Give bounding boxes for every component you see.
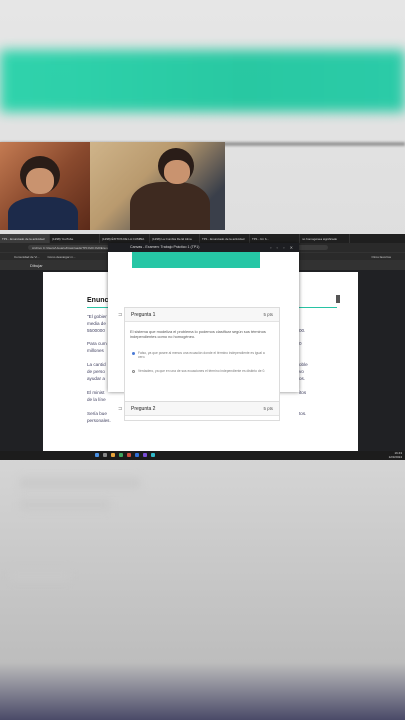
radio-selected-icon[interactable] [132, 352, 135, 355]
exam-header-band [132, 252, 260, 268]
document-text-fragment: oble [299, 362, 308, 367]
clock-date: 12/3/2024 [388, 454, 402, 459]
blurred-text-line [20, 478, 140, 488]
person-body [130, 182, 210, 230]
window-controls-icon[interactable]: ▫ ▫ ▫ ✕ [270, 245, 295, 250]
bookmark-item[interactable]: Otros favoritos [371, 255, 391, 259]
bookmark-item[interactable]: Comunidad de Vi... [14, 255, 39, 259]
document-text-fragment: 0 [299, 341, 302, 346]
document-text-line: millones [87, 348, 104, 353]
radio-unselected-icon[interactable] [132, 370, 135, 373]
question-points: 5 pts [263, 406, 273, 411]
app-icon[interactable] [143, 453, 147, 457]
browser-tab[interactable]: TP1 - Enunciado de la actividad [0, 234, 50, 243]
webcam-feeds [0, 142, 225, 230]
taskbar-clock[interactable]: 16:43 12/3/2024 [388, 451, 402, 459]
document-title: Enunc [87, 297, 109, 304]
address-scheme-label: Archivo [32, 246, 43, 250]
question-header: Pregunta 2 5 pts [125, 402, 279, 416]
edge-icon[interactable] [135, 453, 139, 457]
answer-option[interactable]: Verdadero, ya que en una de sus ecuacion… [132, 369, 272, 373]
person-body [8, 197, 78, 230]
browser-tab[interactable]: (1298) La Cumbia De El Alma [150, 234, 200, 243]
app-icon[interactable] [127, 453, 131, 457]
browser-tab[interactable]: TP1 - Un b... [250, 234, 300, 243]
blurred-text-line [10, 570, 70, 580]
document-text-line: "El gobier [87, 314, 107, 319]
document-text-fragment: itos [299, 390, 307, 395]
document-text-line: Sería bue [87, 411, 107, 416]
document-text-line: media de [87, 321, 106, 326]
person-face [164, 160, 190, 184]
start-icon[interactable] [95, 453, 99, 457]
search-icon[interactable] [103, 453, 107, 457]
document-text-fragment: vo [299, 369, 304, 374]
question-label: Pregunta 1 [131, 312, 156, 318]
exam-window-titlebar: Canvas - Examen: Trabajo Práctico 1 (TP1… [108, 243, 299, 252]
folder-icon[interactable] [111, 453, 115, 457]
document-text-line: 5500000 [87, 328, 105, 333]
document-text-fragment: tos. [299, 411, 307, 416]
app-icon[interactable] [151, 453, 155, 457]
document-text-line: El minist [87, 390, 105, 395]
browser-tab[interactable]: TP1 - Enunciado de la actividad [200, 234, 250, 243]
bookmark-item[interactable]: Como descargar m... [47, 255, 75, 259]
document-text-line: La cantid [87, 362, 106, 367]
blurred-text-line [20, 500, 110, 510]
exam-window-title: Canvas - Examen: Trabajo Práctico 1 (TP1… [130, 245, 200, 249]
browser-tab-bar: TP1 - Enunciado de la actividad (1298) Y… [0, 234, 405, 243]
person-face [26, 168, 54, 194]
question-header: Pregunta 1 5 pts [125, 308, 279, 322]
question-points: 5 pts [263, 312, 273, 317]
flag-icon[interactable]: ⊐ [118, 312, 122, 318]
document-text-fragment: os. [299, 376, 306, 381]
document-text-line: ayudar a [87, 376, 105, 381]
chrome-icon[interactable] [119, 453, 123, 457]
document-text-fragment: 00. [299, 328, 306, 333]
document-text-line: Para cum [87, 341, 107, 346]
document-text-line: de perso [87, 369, 105, 374]
browser-tab[interactable]: no homogénea significado [300, 234, 350, 243]
document-marker [336, 295, 340, 303]
flag-icon[interactable]: ⊐ [118, 406, 122, 412]
draw-button[interactable]: Dibujar [30, 263, 43, 268]
windows-taskbar: 16:43 12/3/2024 [0, 451, 405, 460]
question-text: El sistema que modeliza el problema lo p… [130, 329, 266, 339]
answer-option-text: Verdadero, ya que en una de sus ecuacion… [138, 369, 266, 373]
blurred-teal-band [0, 50, 405, 112]
question-label: Pregunta 2 [131, 406, 156, 412]
browser-tab[interactable]: (1298) ÉXITOS DE LA CUMBIA [100, 234, 150, 243]
webcam-right [90, 142, 225, 230]
document-text-line: de la líne [87, 397, 106, 402]
exam-window: Canvas - Examen: Trabajo Práctico 1 (TP1… [108, 243, 299, 421]
question-card-2: ⊐ Pregunta 2 5 pts [118, 401, 280, 421]
answer-option-text: Falso, ya que posee al menos una ecuació… [138, 351, 265, 360]
browser-tab[interactable]: (1298) YouTube [50, 234, 100, 243]
webcam-left [0, 142, 90, 230]
document-text-line: personales. [87, 418, 111, 423]
answer-option[interactable]: Falso, ya que posee al menos una ecuació… [132, 351, 272, 359]
